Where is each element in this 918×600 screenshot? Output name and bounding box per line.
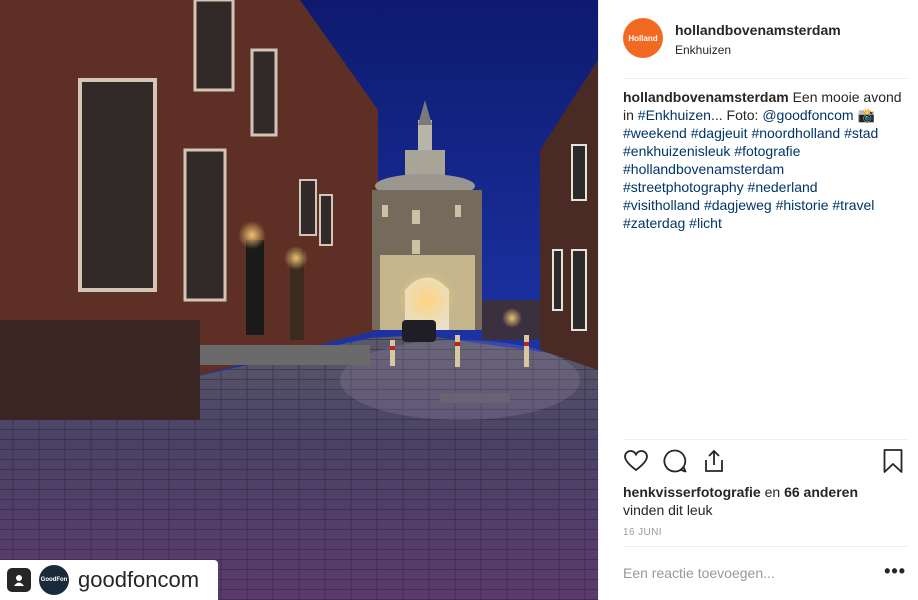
repost-user-icon	[7, 568, 31, 592]
post-header: Holland hollandbovenamsterdam Enkhuizen	[623, 18, 908, 78]
hashtag-link[interactable]: #noordholland	[751, 125, 840, 141]
hashtag-link[interactable]: #licht	[689, 215, 722, 231]
street-photo-illustration	[0, 0, 598, 600]
post-sidebar: Holland hollandbovenamsterdam Enkhuizen …	[598, 0, 918, 600]
heart-icon[interactable]	[623, 448, 651, 476]
camera-emoji: 📸	[853, 107, 875, 123]
hashtag-link[interactable]: #nederland	[748, 179, 818, 195]
bookmark-icon[interactable]	[880, 448, 908, 476]
hashtag-link[interactable]: #stad	[844, 125, 878, 141]
comment-icon[interactable]	[662, 448, 690, 476]
more-options-icon[interactable]: •••	[884, 562, 906, 580]
share-icon[interactable]	[701, 448, 729, 476]
hashtag-link[interactable]: #hollandbovenamsterdam	[623, 161, 784, 177]
hashtag-link[interactable]: #weekend	[623, 125, 687, 141]
hashtag-link[interactable]: #fotografie	[734, 143, 800, 159]
likes-user-link[interactable]: henkvisserfotografie	[623, 484, 761, 500]
location-link[interactable]: Enkhuizen	[675, 43, 841, 57]
post-photo[interactable]: GoodFon goodfoncom	[0, 0, 598, 600]
caption-username-link[interactable]: hollandbovenamsterdam	[623, 89, 789, 105]
repost-name: goodfoncom	[78, 567, 200, 592]
action-bar	[623, 448, 908, 476]
comment-input[interactable]	[623, 563, 873, 583]
hashtag-link[interactable]: #dagjeuit	[691, 125, 748, 141]
hashtag-link[interactable]: #zaterdag	[623, 215, 685, 231]
likes-connector: en	[760, 484, 785, 500]
header-username-link[interactable]: hollandbovenamsterdam	[675, 22, 841, 38]
avatar[interactable]: Holland	[623, 18, 663, 58]
likes-others-link[interactable]: 66 anderen	[784, 484, 858, 500]
repost-avatar: GoodFon	[39, 565, 69, 595]
hashtag-link[interactable]: #dagjeweg	[704, 197, 772, 213]
divider	[623, 78, 908, 79]
hashtag-link[interactable]: #enkhuizenisleuk	[623, 143, 730, 159]
hashtag-link[interactable]: #visitholland	[623, 197, 700, 213]
likes-summary: henkvisserfotografie en 66 anderen vinde…	[623, 483, 906, 519]
caption: hollandbovenamsterdam Een mooie avond in…	[623, 88, 904, 232]
likes-suffix: vinden dit leuk	[623, 502, 713, 518]
repost-badge[interactable]: GoodFon goodfoncom	[0, 560, 218, 600]
divider	[623, 546, 908, 547]
hashtag-link[interactable]: #travel	[832, 197, 874, 213]
post-date[interactable]: 16 JUNI	[623, 527, 662, 538]
hashtag-link[interactable]: #Enkhuizen	[638, 107, 711, 123]
caption-text: ... Foto:	[710, 107, 763, 123]
divider	[623, 439, 908, 440]
hashtag-link[interactable]: #streetphotography	[623, 179, 744, 195]
mention-link[interactable]: @goodfoncom	[762, 107, 853, 123]
hashtag-link[interactable]: #historie	[776, 197, 829, 213]
